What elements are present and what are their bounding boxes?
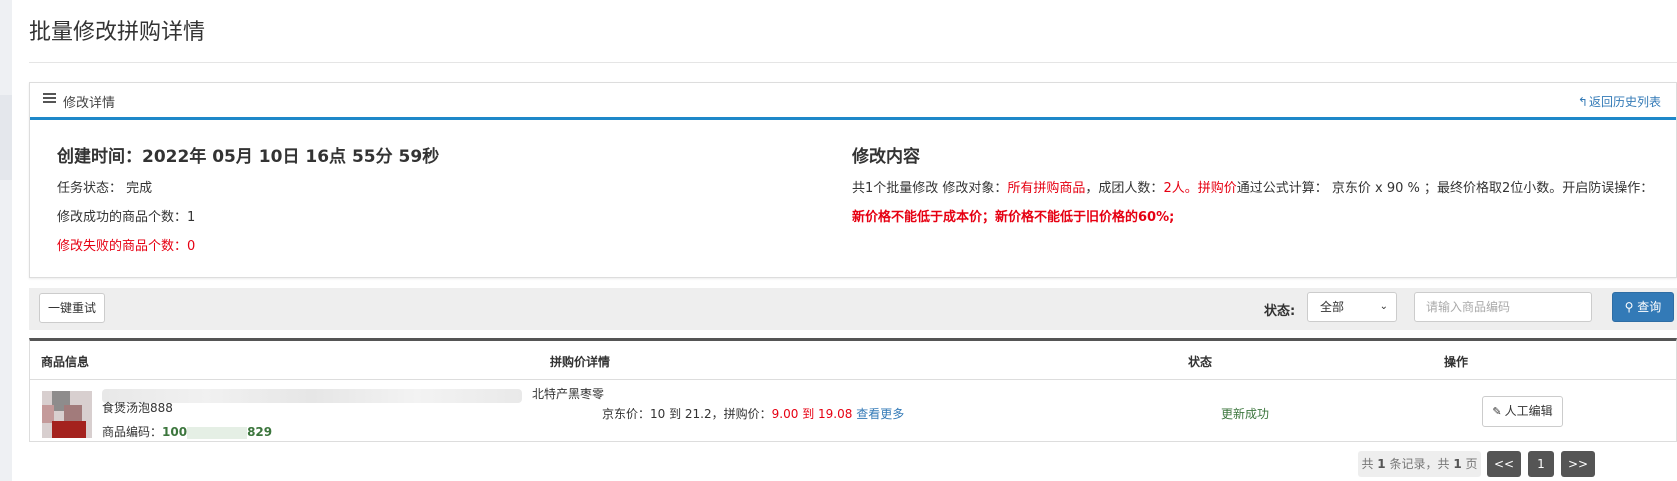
panel-header: 修改详情 ↰返回历史列表 xyxy=(30,83,1676,120)
success-label: 修改成功的商品个数： xyxy=(57,210,188,225)
modify-content: 修改内容 共1个批量修改 修改对象：所有拼购商品，成团人数：2人。拼购价通过公式… xyxy=(852,142,1657,225)
modify-content-description: 共1个批量修改 修改对象：所有拼购商品，成团人数：2人。拼购价通过公式计算： 京… xyxy=(852,174,1657,232)
group-price-range: 9.00 到 19.08 xyxy=(771,407,853,421)
jd-price-label: 京东价： xyxy=(602,407,651,421)
modify-content-heading: 修改内容 xyxy=(852,147,920,167)
total-pages: 1 xyxy=(1453,457,1462,471)
status-select-value: 全部 xyxy=(1320,300,1345,314)
desc-target: 所有拼购商品 xyxy=(1007,181,1086,196)
retry-all-button[interactable]: 一键重试 xyxy=(39,293,105,323)
desc-guard-rule: 新价格不能低于成本价；新价格不能低于旧价格的60%; xyxy=(852,210,1175,225)
search-icon: ⚲ xyxy=(1624,300,1634,314)
col-header-price: 拼购价详情 xyxy=(550,355,611,369)
pagination-suffix: 页 xyxy=(1465,457,1478,471)
detail-panel: 修改详情 ↰返回历史列表 创建时间：2022年 05月 10日 16点 55分 … xyxy=(29,82,1677,278)
product-code-search-input[interactable]: 请输入商品编码 xyxy=(1414,292,1592,322)
task-status-label: 任务状态： xyxy=(57,181,123,196)
manual-edit-button[interactable]: ✎ 人工编辑 xyxy=(1482,396,1563,427)
desc-text-2: ，成团人数： xyxy=(1085,181,1164,196)
panel-title: 修改详情 xyxy=(63,96,116,111)
product-code-label: 商品编码： xyxy=(102,425,163,439)
status-select[interactable]: 全部 ⌄ xyxy=(1307,292,1397,322)
col-header-product: 商品信息 xyxy=(41,355,90,369)
desc-group-size: 2人 xyxy=(1163,181,1185,196)
edit-icon: ✎ xyxy=(1492,405,1502,418)
filter-toolbar: 一键重试 状态: 全部 ⌄ 请输入商品编码 ⚲ 查询 xyxy=(29,288,1677,330)
result-table: 商品信息 拼购价详情 状态 操作 北特产黑枣零食煲汤泡888 商品编码：100 8… xyxy=(29,338,1677,442)
product-name-text: 北特产黑枣零食煲汤泡888 xyxy=(102,387,605,415)
total-records: 1 xyxy=(1377,457,1386,471)
desc-text-3: 。 xyxy=(1184,181,1198,196)
price-detail: 京东价：10 到 21.2，拼购价：9.00 到 19.08 查看更多 xyxy=(602,405,904,422)
page-title: 批量修改拼购详情 xyxy=(29,20,206,45)
product-code: 商品编码：100 829 xyxy=(102,423,272,440)
product-thumbnail xyxy=(42,391,92,438)
reply-arrow-icon: ↰ xyxy=(1577,95,1588,109)
col-header-action: 操作 xyxy=(1444,355,1469,369)
table-row: 北特产黑枣零食煲汤泡888 商品编码：100 829 京东价：10 到 21.2，… xyxy=(30,381,1676,443)
query-button[interactable]: ⚲ 查询 xyxy=(1612,292,1674,322)
product-code-prefix: 100 xyxy=(162,425,188,439)
task-status-value: 完成 xyxy=(126,181,153,196)
group-price-label: ，拼购价： xyxy=(711,407,772,421)
jd-price-range: 10 到 21.2 xyxy=(650,407,712,421)
col-header-status: 状态 xyxy=(1188,355,1213,369)
title-divider xyxy=(29,62,1677,63)
fail-label: 修改失败的商品个数： xyxy=(57,239,188,254)
desc-price-word: 拼购价 xyxy=(1197,181,1237,196)
back-to-history-link[interactable]: ↰返回历史列表 xyxy=(1578,93,1661,110)
task-status-line: 任务状态： 完成 xyxy=(57,177,152,196)
table-header: 商品信息 拼购价详情 状态 操作 xyxy=(30,341,1676,380)
product-code-suffix: 829 xyxy=(247,425,273,439)
list-icon xyxy=(43,93,56,105)
next-page-button[interactable]: >> xyxy=(1561,451,1595,477)
manual-edit-label: 人工编辑 xyxy=(1504,404,1553,418)
status-badge: 更新成功 xyxy=(1221,407,1270,421)
sidebar-active-segment xyxy=(0,95,12,180)
left-sidebar-strip xyxy=(0,0,12,481)
back-link-label: 返回历史列表 xyxy=(1588,95,1661,109)
pagination-mid: 条记录，共 xyxy=(1389,457,1450,471)
create-time: 创建时间：2022年 05月 10日 16点 55分 59秒 xyxy=(57,147,440,167)
success-count: 1 xyxy=(187,210,196,225)
pagination-prefix: 共 xyxy=(1361,457,1374,471)
main-content: 批量修改拼购详情 修改详情 ↰返回历史列表 创建时间：2022年 05月 10日… xyxy=(12,0,1677,481)
current-page-button[interactable]: 1 xyxy=(1528,451,1554,477)
chevron-down-icon: ⌄ xyxy=(1379,301,1388,312)
query-button-label: 查询 xyxy=(1637,300,1662,314)
product-code-redacted xyxy=(187,426,248,439)
success-count-line: 修改成功的商品个数：1 xyxy=(57,206,195,225)
desc-text-1: 共1个批量修改 修改对象： xyxy=(852,181,1008,196)
product-name: 北特产黑枣零食煲汤泡888 xyxy=(102,387,607,415)
desc-text-4: 通过公式计算： 京东价 x 90 % ；最终价格取2位小数。开启防误操作： xyxy=(1236,181,1654,196)
task-summary: 创建时间：2022年 05月 10日 16点 55分 59秒 任务状态： 完成 … xyxy=(57,142,440,254)
status-filter-label: 状态: xyxy=(1264,304,1296,319)
fail-count-line: 修改失败的商品个数：0 xyxy=(57,235,195,254)
fail-count: 0 xyxy=(187,239,196,254)
prev-page-button[interactable]: << xyxy=(1487,451,1521,477)
pagination-info: 共 1 条记录，共 1 页 xyxy=(1358,451,1481,477)
view-more-link[interactable]: 查看更多 xyxy=(856,407,904,421)
